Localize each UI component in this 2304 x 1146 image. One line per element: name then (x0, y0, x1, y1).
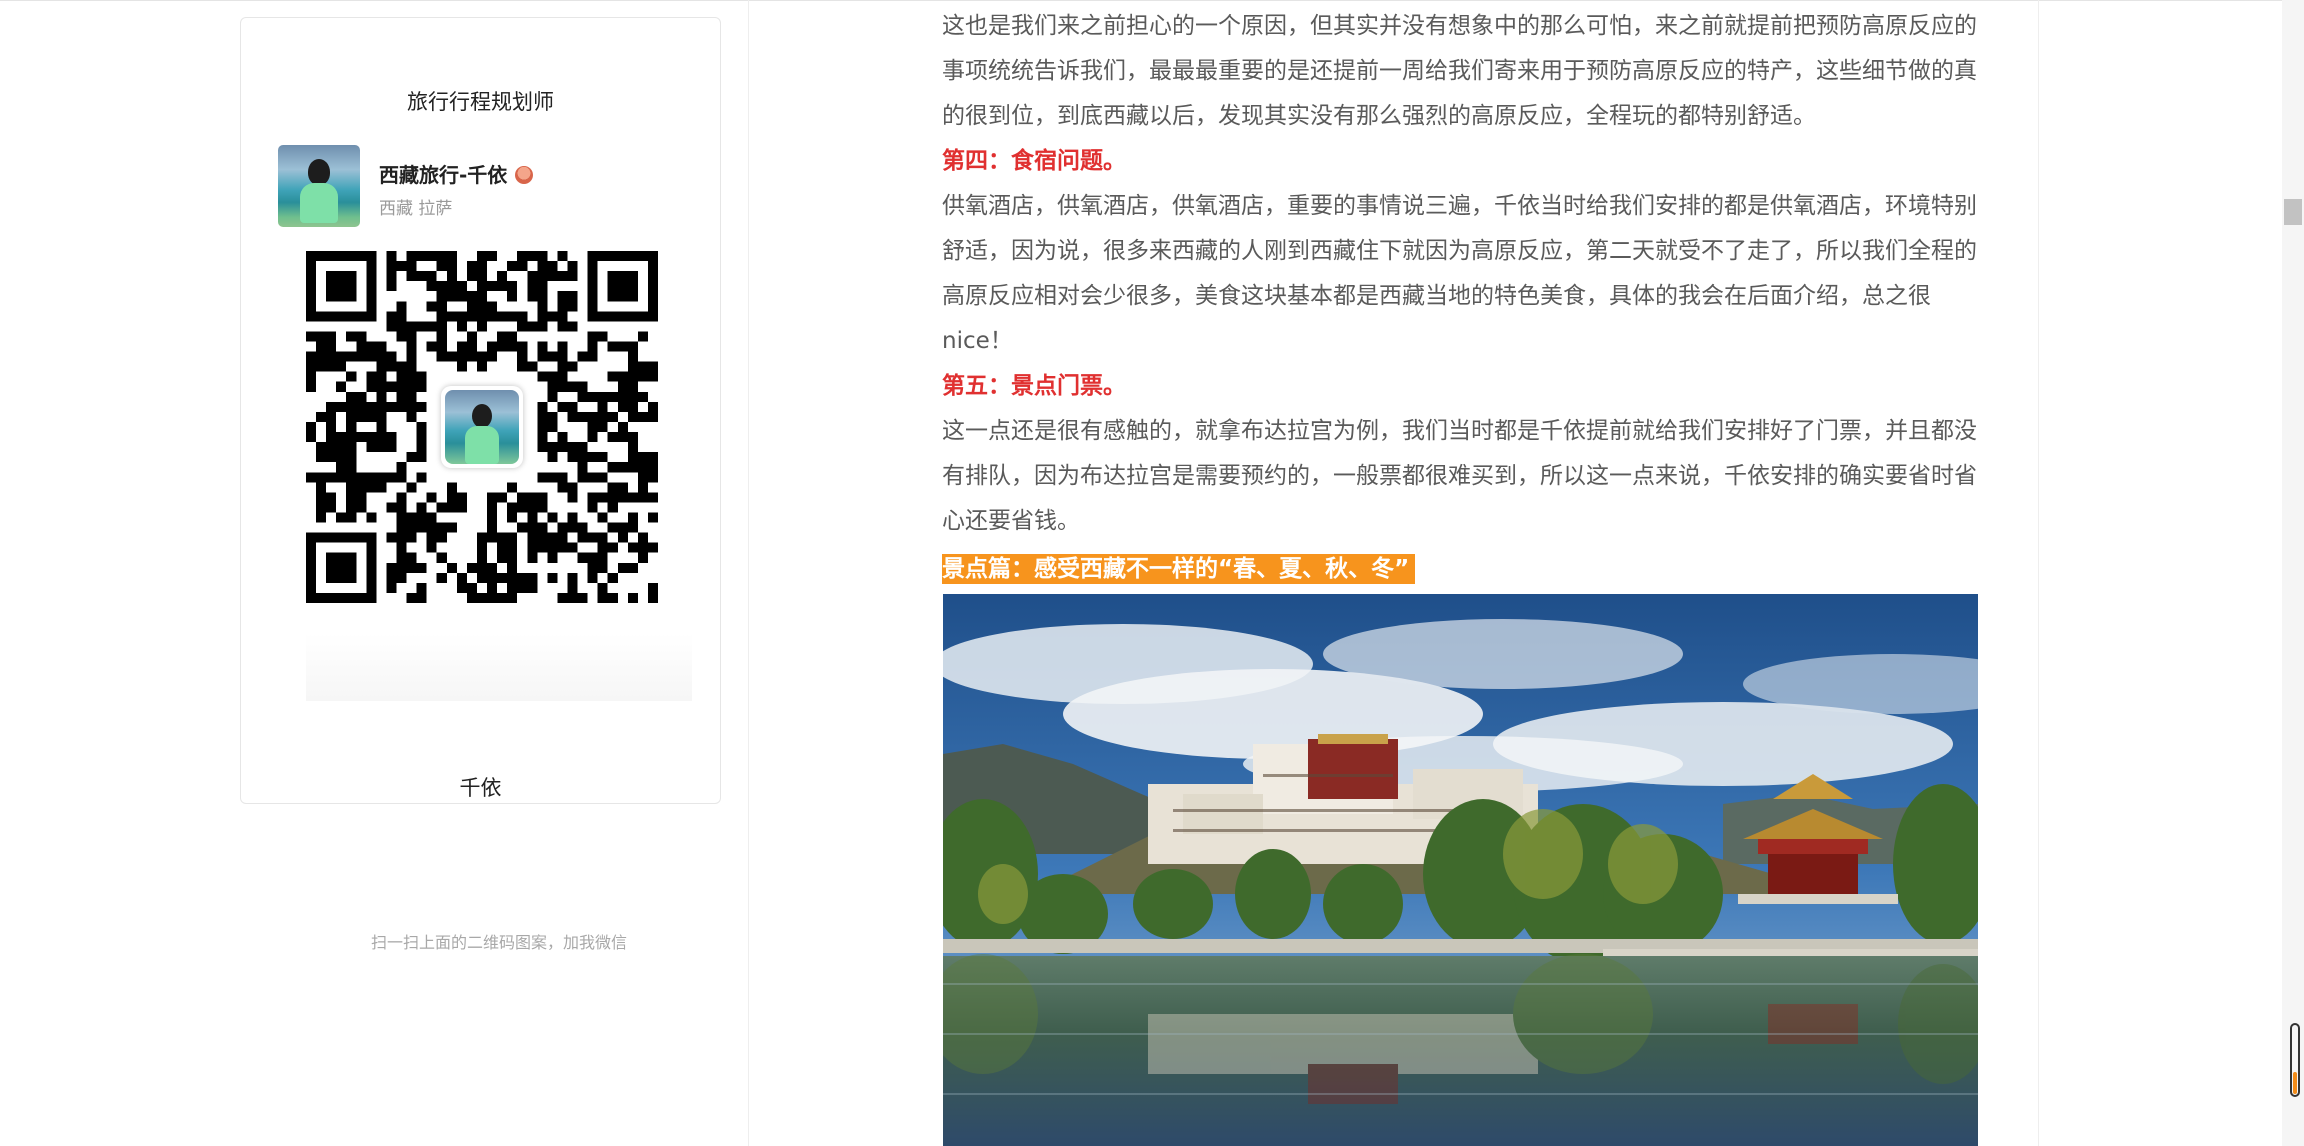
section-heading: 第四：食宿问题。 (942, 148, 1126, 174)
left-column-divider (748, 0, 749, 1146)
planner-contact-card: 旅行行程规划师 西藏旅行-千依 西藏 拉萨 扫一扫上面的二维码图案，加我微信 千… (240, 17, 721, 952)
article-paragraph: 这也是我们来之前担心的一个原因，但其实并没有想象中的那么可怕，来之前就提前把预防… (942, 13, 1977, 129)
avatar[interactable] (278, 145, 360, 227)
profile[interactable]: 西藏旅行-千依 西藏 拉萨 (278, 145, 698, 231)
right-column-divider (2038, 0, 2039, 1146)
scrollbar-track[interactable] (2282, 0, 2304, 1146)
profile-name: 西藏旅行-千依 (379, 159, 534, 188)
article-paragraph: 这一点还是很有感触的，就拿布达拉宫为例，我们当时都是千依提前就给我们安排好了门票… (942, 418, 1977, 534)
profile-name-text: 西藏旅行-千依 (379, 163, 508, 187)
article-paragraph: 供氧酒店，供氧酒店，供氧酒店，重要的事情说三遍，千依当时给我们安排的都是供氧酒店… (942, 193, 1977, 354)
emoji-badge-icon (515, 166, 534, 184)
section-heading: 第五：景点门票。 (942, 373, 1126, 399)
potala-palace-photo (943, 594, 1978, 1146)
card-title: 旅行行程规划师 (407, 90, 554, 114)
highlight-line: 景点篇：感受西藏不一样的“春、夏、秋、冬” (942, 544, 1978, 589)
qr-code-area[interactable]: 扫一扫上面的二维码图案，加我微信 (306, 251, 692, 952)
qr-hint: 扫一扫上面的二维码图案，加我微信 (370, 933, 627, 952)
scroll-progress-indicator (2290, 1023, 2300, 1097)
section-highlight: 景点篇：感受西藏不一样的“春、夏、秋、冬” (942, 554, 1416, 584)
profile-location: 西藏 拉萨 (379, 199, 453, 219)
scrollbar-thumb[interactable] (2284, 199, 2302, 225)
card-footer-name: 千依 (459, 776, 502, 800)
avatar-icon (441, 386, 523, 468)
article-body: 这也是我们来之前担心的一个原因，但其实并没有想象中的那么可怕，来之前就提前把预防… (942, 0, 1978, 589)
